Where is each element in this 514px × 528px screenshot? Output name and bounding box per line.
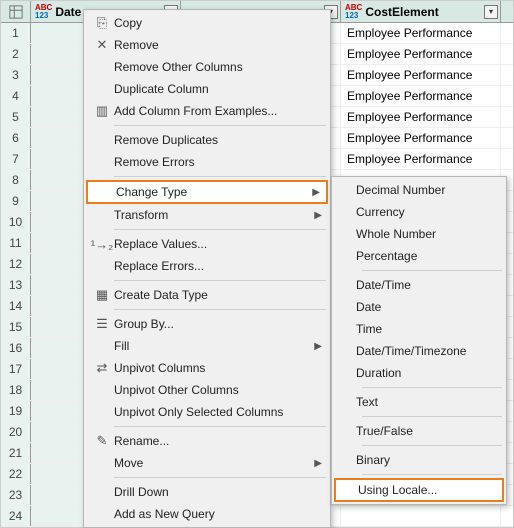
table-icon: [9, 5, 23, 19]
menu-add-from-examples[interactable]: ▥Add Column From Examples...: [86, 100, 328, 122]
menu-separator: [362, 445, 502, 446]
menu-remove-errors[interactable]: Remove Errors: [86, 151, 328, 173]
menu-separator: [362, 416, 502, 417]
row-number[interactable]: 16: [1, 338, 31, 358]
row-number[interactable]: 6: [1, 128, 31, 148]
menu-transform[interactable]: Transform▶: [86, 204, 328, 226]
row-number[interactable]: 5: [1, 107, 31, 127]
cell-costelement[interactable]: Employee Performance: [341, 23, 501, 43]
row-number[interactable]: 8: [1, 170, 31, 190]
submenu-arrow-icon: ▶: [314, 210, 322, 221]
row-number[interactable]: 7: [1, 149, 31, 169]
cell-costelement[interactable]: Employee Performance: [341, 149, 501, 169]
cell-costelement[interactable]: Employee Performance: [341, 44, 501, 64]
menu-separator: [114, 125, 326, 126]
menu-replace-values[interactable]: ¹→₂Replace Values...: [86, 233, 328, 255]
column-header-costelement[interactable]: ABC123 CostElement ▾: [341, 1, 501, 22]
cell-costelement[interactable]: Employee Performance: [341, 65, 501, 85]
submenu-duration[interactable]: Duration: [334, 362, 504, 384]
row-number[interactable]: 17: [1, 359, 31, 379]
row-number[interactable]: 23: [1, 485, 31, 505]
menu-copy[interactable]: ⎘Copy: [86, 12, 328, 34]
submenu-truefalse[interactable]: True/False: [334, 420, 504, 442]
menu-separator: [114, 229, 326, 230]
data-type-icon: ▦: [90, 287, 114, 303]
any-type-icon: ABC123: [35, 4, 52, 20]
row-number[interactable]: 24: [1, 506, 31, 526]
submenu-decimal[interactable]: Decimal Number: [334, 179, 504, 201]
menu-separator: [114, 176, 326, 177]
menu-separator: [114, 309, 326, 310]
cell-costelement[interactable]: Employee Performance: [341, 128, 501, 148]
menu-duplicate[interactable]: Duplicate Column: [86, 78, 328, 100]
menu-remove[interactable]: ✕Remove: [86, 34, 328, 56]
menu-unpivot[interactable]: ⇄Unpivot Columns: [86, 357, 328, 379]
menu-separator: [114, 477, 326, 478]
menu-change-type[interactable]: Change Type▶: [86, 180, 328, 204]
row-number[interactable]: 1: [1, 23, 31, 43]
row-number[interactable]: 21: [1, 443, 31, 463]
remove-icon: ✕: [90, 37, 114, 53]
menu-create-data-type[interactable]: ▦Create Data Type: [86, 284, 328, 306]
submenu-text[interactable]: Text: [334, 391, 504, 413]
submenu-time[interactable]: Time: [334, 318, 504, 340]
row-number[interactable]: 12: [1, 254, 31, 274]
cell-costelement[interactable]: [341, 506, 501, 526]
menu-rename[interactable]: ✎Rename...: [86, 430, 328, 452]
row-number[interactable]: 20: [1, 422, 31, 442]
filter-dropdown[interactable]: ▾: [484, 5, 498, 19]
rename-icon: ✎: [90, 433, 114, 449]
row-number[interactable]: 22: [1, 464, 31, 484]
unpivot-icon: ⇄: [90, 360, 114, 376]
menu-separator: [362, 474, 502, 475]
menu-remove-other[interactable]: Remove Other Columns: [86, 56, 328, 78]
context-menu: ⎘Copy ✕Remove Remove Other Columns Dupli…: [83, 9, 331, 528]
group-icon: ☰: [90, 316, 114, 332]
submenu-whole[interactable]: Whole Number: [334, 223, 504, 245]
menu-unpivot-other[interactable]: Unpivot Other Columns: [86, 379, 328, 401]
row-number[interactable]: 15: [1, 317, 31, 337]
submenu-currency[interactable]: Currency: [334, 201, 504, 223]
submenu-date[interactable]: Date: [334, 296, 504, 318]
menu-separator: [114, 426, 326, 427]
menu-remove-duplicates[interactable]: Remove Duplicates: [86, 129, 328, 151]
menu-drill-down[interactable]: Drill Down: [86, 481, 328, 503]
menu-separator: [114, 280, 326, 281]
submenu-arrow-icon: ▶: [314, 341, 322, 352]
replace-icon: ¹→₂: [90, 237, 114, 252]
row-number[interactable]: 19: [1, 401, 31, 421]
row-number[interactable]: 18: [1, 380, 31, 400]
menu-replace-errors[interactable]: Replace Errors...: [86, 255, 328, 277]
select-all-corner[interactable]: [1, 1, 31, 22]
row-number[interactable]: 2: [1, 44, 31, 64]
menu-separator: [362, 387, 502, 388]
row-number[interactable]: 10: [1, 212, 31, 232]
submenu-dttz[interactable]: Date/Time/Timezone: [334, 340, 504, 362]
submenu-datetime[interactable]: Date/Time: [334, 274, 504, 296]
submenu-binary[interactable]: Binary: [334, 449, 504, 471]
menu-fill[interactable]: Fill▶: [86, 335, 328, 357]
cell-costelement[interactable]: Employee Performance: [341, 107, 501, 127]
copy-icon: ⎘: [90, 15, 114, 31]
menu-separator: [362, 270, 502, 271]
menu-move[interactable]: Move▶: [86, 452, 328, 474]
column-label: CostElement: [365, 5, 496, 19]
row-number[interactable]: 13: [1, 275, 31, 295]
row-number[interactable]: 4: [1, 86, 31, 106]
submenu-arrow-icon: ▶: [312, 187, 320, 198]
cell-costelement[interactable]: Employee Performance: [341, 86, 501, 106]
submenu-using-locale[interactable]: Using Locale...: [334, 478, 504, 502]
row-number[interactable]: 11: [1, 233, 31, 253]
row-number[interactable]: 9: [1, 191, 31, 211]
menu-unpivot-selected[interactable]: Unpivot Only Selected Columns: [86, 401, 328, 423]
any-type-icon: ABC123: [345, 4, 362, 20]
row-number[interactable]: 3: [1, 65, 31, 85]
row-number[interactable]: 14: [1, 296, 31, 316]
menu-group-by[interactable]: ☰Group By...: [86, 313, 328, 335]
add-column-icon: ▥: [90, 103, 114, 119]
change-type-submenu: Decimal Number Currency Whole Number Per…: [331, 176, 507, 505]
menu-add-new-query[interactable]: Add as New Query: [86, 503, 328, 525]
submenu-percentage[interactable]: Percentage: [334, 245, 504, 267]
submenu-arrow-icon: ▶: [314, 458, 322, 469]
